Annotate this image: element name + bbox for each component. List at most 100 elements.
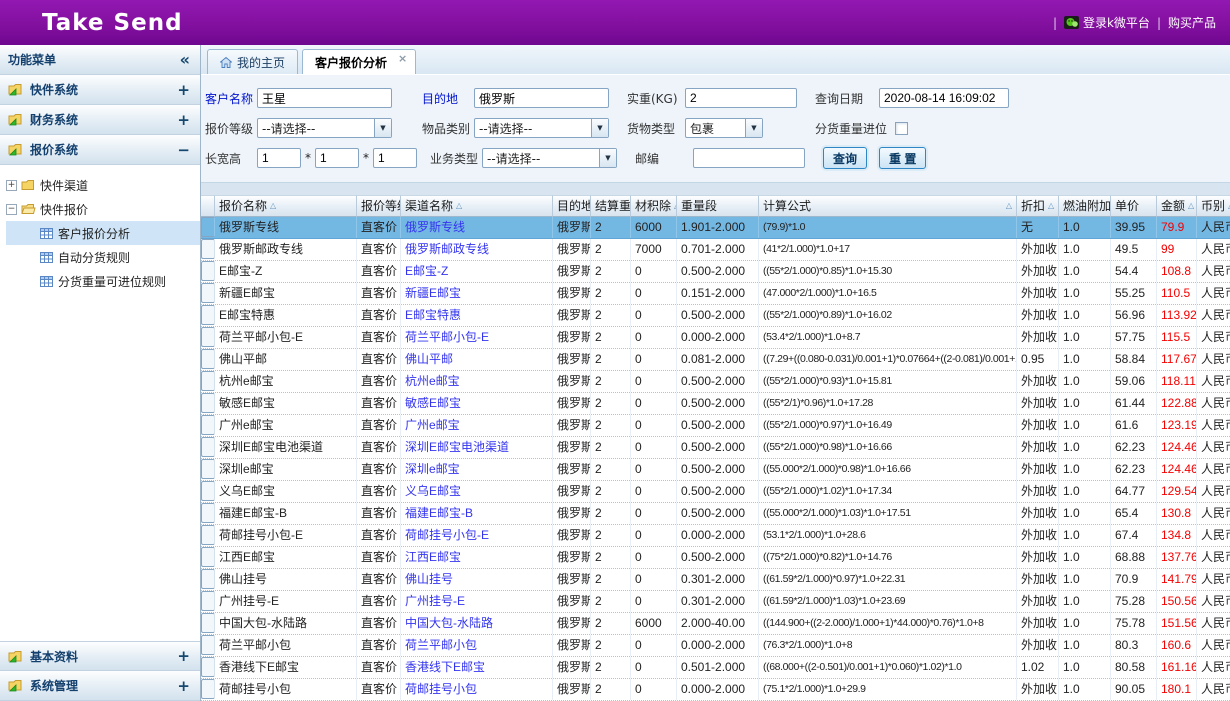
quote-row[interactable]: 广州挂号-E直客价广州挂号-E俄罗斯200.301-2.000((61.59*2… [201,591,1230,613]
tree-collapse-icon[interactable]: − [6,204,17,215]
channel-cell[interactable]: 荷兰平邮小包 [401,635,553,656]
quote-row[interactable]: 荷邮挂号小包直客价荷邮挂号小包俄罗斯200.000-2.000(75.1*2/1… [201,679,1230,701]
channel-cell[interactable]: 深圳E邮宝电池渠道 [401,437,553,458]
quote-row[interactable]: 福建E邮宝-B直客价福建E邮宝-B俄罗斯200.500-2.000((55.00… [201,503,1230,525]
channel-cell[interactable]: 荷邮挂号小包-E [401,525,553,546]
tab-customer-quote-analysis[interactable]: 客户报价分析 × [302,49,416,74]
quote-row[interactable]: 敏感E邮宝直客价敏感E邮宝俄罗斯200.500-2.000((55*2/1)*0… [201,393,1230,415]
column-header-sel[interactable] [201,195,215,217]
formula-cell: ((55.000*2/1.000)*0.98)*1.0+16.66 [759,459,1017,480]
split-weight-carry-checkbox[interactable] [895,122,908,135]
sidebar-item-customer-quote-analysis[interactable]: 客户报价分析 [6,221,200,245]
channel-cell[interactable]: 荷兰平邮小包-E [401,327,553,348]
column-header-channel[interactable]: 渠道名称△ [401,195,553,217]
quote-row[interactable]: 义乌E邮宝直客价义乌E邮宝俄罗斯200.500-2.000((55*2/1.00… [201,481,1230,503]
close-tab-icon[interactable]: × [398,52,407,65]
expand-plus-icon[interactable]: + [177,677,190,695]
sidebar-section-finance[interactable]: 财务系统 + [0,105,200,135]
channel-cell[interactable]: 俄罗斯专线 [401,217,553,238]
quote-row[interactable]: 杭州e邮宝直客价杭州e邮宝俄罗斯200.500-2.000((55*2/1.00… [201,371,1230,393]
sidebar-section-basic-data[interactable]: 基本资料 + [0,641,200,671]
customer-name-input[interactable] [257,88,392,108]
channel-cell[interactable]: 敏感E邮宝 [401,393,553,414]
channel-cell[interactable]: 福建E邮宝-B [401,503,553,524]
tab-home[interactable]: 我的主页 [207,49,298,74]
column-header-currency[interactable]: 币别△ [1197,195,1230,217]
query-button[interactable]: 查询 [823,147,867,169]
query-date-input[interactable] [879,88,1009,108]
quote-row[interactable]: 俄罗斯邮政专线直客价俄罗斯邮政专线俄罗斯270000.701-2.000(41*… [201,239,1230,261]
tree-expand-icon[interactable]: + [6,180,17,191]
column-header-amount[interactable]: 金额△ [1157,195,1197,217]
quote-row[interactable]: 新疆E邮宝直客价新疆E邮宝俄罗斯200.151-2.000(47.000*2/1… [201,283,1230,305]
column-header-settle[interactable]: 结算重量△ [591,195,631,217]
quote-row[interactable]: 中国大包-水陆路直客价中国大包-水陆路俄罗斯260002.000-40.00((… [201,613,1230,635]
quote-row[interactable]: 香港线下E邮宝直客价香港线下E邮宝俄罗斯200.501-2.000((68.00… [201,657,1230,679]
collapse-sidebar-icon[interactable]: « [180,50,190,69]
sidebar-section-express[interactable]: 快件系统 + [0,75,200,105]
collapse-minus-icon[interactable]: − [177,141,190,159]
sidebar-item-auto-split-rules[interactable]: 自动分货规则 [6,245,200,269]
login-link[interactable]: 登录k微平台 [1064,14,1150,31]
column-header-vol[interactable]: 材积除△ [631,195,677,217]
reset-button[interactable]: 重 置 [879,147,926,169]
height-input[interactable] [373,148,417,168]
channel-cell[interactable]: 中国大包-水陆路 [401,613,553,634]
quote-row[interactable]: E邮宝-Z直客价E邮宝-Z俄罗斯200.500-2.000((55*2/1.00… [201,261,1230,283]
channel-cell[interactable]: 香港线下E邮宝 [401,657,553,678]
expand-plus-icon[interactable]: + [177,81,190,99]
channel-cell[interactable]: 深圳e邮宝 [401,459,553,480]
buy-product-link[interactable]: 购买产品 [1168,14,1216,31]
channel-cell[interactable]: 新疆E邮宝 [401,283,553,304]
business-type-select[interactable]: --请选择-- ▼ [482,148,617,168]
destination-input[interactable] [474,88,609,108]
quote-row[interactable]: 广州e邮宝直客价广州e邮宝俄罗斯200.500-2.000((55*2/1.00… [201,415,1230,437]
width-input[interactable] [315,148,359,168]
channel-cell[interactable]: 荷邮挂号小包 [401,679,553,700]
channel-cell[interactable]: 佛山平邮 [401,349,553,370]
quote-row[interactable]: 荷邮挂号小包-E直客价荷邮挂号小包-E俄罗斯200.000-2.000(53.1… [201,525,1230,547]
sidebar-section-system[interactable]: 系统管理 + [0,671,200,701]
settle-cell: 2 [591,613,631,634]
quote-row[interactable]: 俄罗斯专线直客价俄罗斯专线俄罗斯260001.901-2.000(79.9)*1… [201,217,1230,239]
expand-plus-icon[interactable]: + [177,647,190,665]
quote-level-select[interactable]: --请选择-- ▼ [257,118,392,138]
column-header-fuel[interactable]: 燃油附加△ [1059,195,1111,217]
postcode-input[interactable] [693,148,805,168]
level-cell: 直客价 [357,305,401,326]
channel-cell[interactable]: 广州挂号-E [401,591,553,612]
quote-row[interactable]: 深圳e邮宝直客价深圳e邮宝俄罗斯200.500-2.000((55.000*2/… [201,459,1230,481]
column-header-discount[interactable]: 折扣△ [1017,195,1059,217]
channel-cell[interactable]: 广州e邮宝 [401,415,553,436]
formula-cell: ((61.59*2/1.000)*1.03)*1.0+23.69 [759,591,1017,612]
tree-node-channels[interactable]: + 快件渠道 [6,173,200,197]
column-header-price[interactable]: 单价 [1111,195,1157,217]
quote-row[interactable]: 深圳E邮宝电池渠道直客价深圳E邮宝电池渠道俄罗斯200.500-2.000((5… [201,437,1230,459]
quote-row[interactable]: E邮宝特惠直客价E邮宝特惠俄罗斯200.500-2.000((55*2/1.00… [201,305,1230,327]
column-header-formula[interactable]: 计算公式△ [759,195,1017,217]
quote-row[interactable]: 荷兰平邮小包-E直客价荷兰平邮小包-E俄罗斯200.000-2.000(53.4… [201,327,1230,349]
channel-cell[interactable]: E邮宝特惠 [401,305,553,326]
channel-cell[interactable]: 杭州e邮宝 [401,371,553,392]
column-header-range[interactable]: 重量段 [677,195,759,217]
channel-cell[interactable]: E邮宝-Z [401,261,553,282]
tree-node-quotes[interactable]: − 快件报价 [6,197,200,221]
channel-cell[interactable]: 义乌E邮宝 [401,481,553,502]
length-input[interactable] [257,148,301,168]
quote-row[interactable]: 佛山平邮直客价佛山平邮俄罗斯200.081-2.000((7.29+((0.08… [201,349,1230,371]
column-header-name[interactable]: 报价名称△ [215,195,357,217]
expand-plus-icon[interactable]: + [177,111,190,129]
channel-cell[interactable]: 佛山挂号 [401,569,553,590]
quote-row[interactable]: 佛山挂号直客价佛山挂号俄罗斯200.301-2.000((61.59*2/1.0… [201,569,1230,591]
weight-input[interactable] [685,88,797,108]
quote-row[interactable]: 荷兰平邮小包直客价荷兰平邮小包俄罗斯200.000-2.000(76.3*2/1… [201,635,1230,657]
column-header-level[interactable]: 报价等级 [357,195,401,217]
sidebar-item-split-weight-carry-rules[interactable]: 分货重量可进位规则 [6,269,200,293]
channel-cell[interactable]: 江西E邮宝 [401,547,553,568]
goods-type-select[interactable]: 包裹 ▼ [685,118,763,138]
column-header-dest[interactable]: 目的地△ [553,195,591,217]
item-type-select[interactable]: --请选择-- ▼ [474,118,609,138]
sidebar-section-quote[interactable]: 报价系统 − [0,135,200,165]
quote-row[interactable]: 江西E邮宝直客价江西E邮宝俄罗斯200.500-2.000((75*2/1.00… [201,547,1230,569]
channel-cell[interactable]: 俄罗斯邮政专线 [401,239,553,260]
